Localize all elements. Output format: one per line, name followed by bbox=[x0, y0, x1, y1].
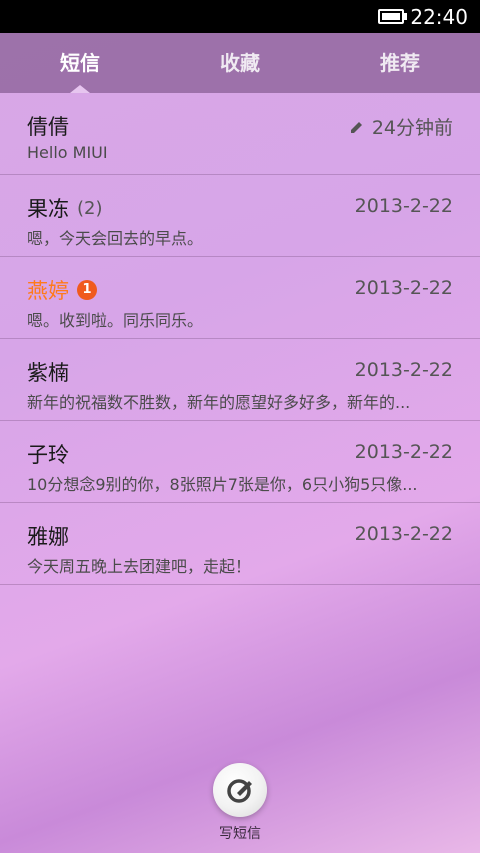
message-preview: Hello MIUI bbox=[27, 143, 108, 162]
conversation-item[interactable]: 燕婷 1 2013-2-22 嗯。收到啦。同乐同乐。 bbox=[0, 257, 480, 339]
tab-favorites[interactable]: 收藏 bbox=[160, 33, 320, 93]
timestamp: 2013-2-22 bbox=[354, 523, 453, 545]
timestamp: 2013-2-22 bbox=[354, 277, 453, 299]
conversation-item[interactable]: 雅娜 2013-2-22 今天周五晚上去团建吧，走起！ bbox=[0, 503, 480, 585]
battery-icon bbox=[378, 9, 408, 24]
contact-name: 果冻 (2) bbox=[27, 197, 103, 221]
message-preview: 10分想念9别的你，8张照片7张是你，6只小狗5只像... bbox=[27, 475, 418, 494]
tab-bar: 短信 收藏 推荐 bbox=[0, 33, 480, 93]
contact-name: 倩倩 bbox=[27, 115, 69, 139]
timestamp: 2013-2-22 bbox=[354, 195, 453, 217]
message-count: (2) bbox=[77, 197, 103, 219]
conversation-item[interactable]: 子玲 2013-2-22 10分想念9别的你，8张照片7张是你，6只小狗5只像.… bbox=[0, 421, 480, 503]
timestamp: 24分钟前 bbox=[350, 113, 453, 140]
conversation-item[interactable]: 紫楠 2013-2-22 新年的祝福数不胜数，新年的愿望好多好多，新年的... bbox=[0, 339, 480, 421]
contact-name: 子玲 bbox=[27, 443, 69, 467]
contact-name: 燕婷 1 bbox=[27, 275, 97, 305]
conversation-item[interactable]: 果冻 (2) 2013-2-22 嗯，今天会回去的早点。 bbox=[0, 175, 480, 257]
timestamp: 2013-2-22 bbox=[354, 359, 453, 381]
compose-label[interactable]: 写短信 bbox=[200, 823, 280, 843]
message-preview: 嗯。收到啦。同乐同乐。 bbox=[27, 311, 204, 330]
conversation-item[interactable]: 倩倩 24分钟前 Hello MIUI bbox=[0, 93, 480, 175]
message-preview: 新年的祝福数不胜数，新年的愿望好多好多，新年的... bbox=[27, 393, 411, 412]
unread-badge: 1 bbox=[77, 280, 97, 300]
compose-icon bbox=[227, 779, 252, 803]
tab-recommended[interactable]: 推荐 bbox=[320, 33, 480, 93]
contact-name: 雅娜 bbox=[27, 525, 69, 549]
conversation-list: 倩倩 24分钟前 Hello MIUI 果冻 (2) 2013-2-22 嗯，今… bbox=[0, 93, 480, 585]
tab-sms[interactable]: 短信 bbox=[0, 33, 160, 93]
timestamp: 2013-2-22 bbox=[354, 441, 453, 463]
compose-button[interactable] bbox=[213, 763, 267, 817]
message-preview: 嗯，今天会回去的早点。 bbox=[27, 229, 204, 248]
draft-pencil-icon bbox=[350, 121, 362, 133]
message-preview: 今天周五晚上去团建吧，走起！ bbox=[27, 557, 252, 576]
status-bar: 22:40 bbox=[0, 0, 480, 33]
status-time: 22:40 bbox=[410, 4, 468, 29]
contact-name: 紫楠 bbox=[27, 361, 69, 385]
